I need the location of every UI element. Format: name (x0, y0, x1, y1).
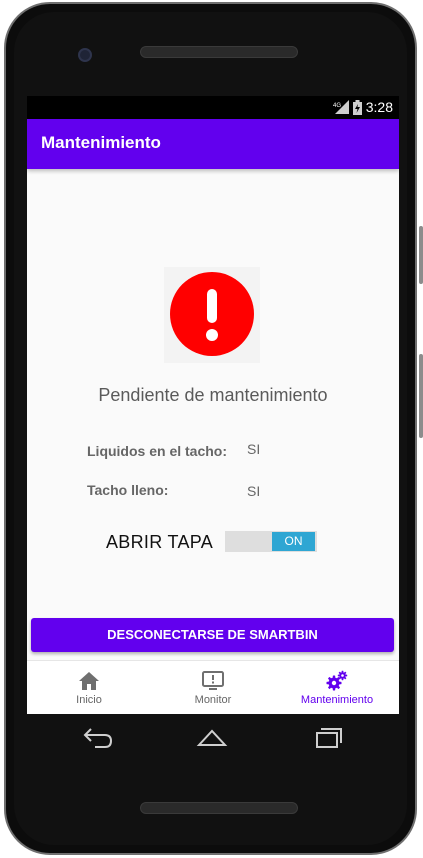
app-screen: 4G 3:28 Mantenimiento Pendiente de mante… (27, 96, 399, 714)
open-lid-label: ABRIR TAPA (106, 532, 214, 552)
exclamation-icon (170, 272, 254, 356)
top-speaker (140, 46, 298, 58)
volume-button (419, 226, 423, 284)
nav-item-monitor[interactable]: Monitor (151, 661, 275, 714)
nav-item-inicio[interactable]: Inicio (27, 661, 151, 714)
status-time: 3:28 (365, 99, 393, 115)
bottom-speaker (140, 802, 298, 814)
bottom-navigation: Inicio Monitor Mantenimiento (27, 660, 399, 714)
front-camera (78, 48, 92, 62)
home-nav-icon[interactable] (195, 723, 229, 751)
app-bar: Mantenimiento (27, 119, 399, 169)
svg-text:4G: 4G (333, 103, 341, 109)
power-button (419, 354, 423, 438)
page-title: Mantenimiento (41, 133, 161, 152)
home-icon (79, 672, 99, 690)
gears-icon (326, 670, 348, 691)
open-lid-toggle[interactable]: ON (225, 531, 317, 552)
battery-icon (352, 99, 362, 115)
nav-label-monitor: Monitor (194, 694, 232, 706)
full-label: Tacho lleno: (87, 482, 169, 498)
toggle-on-thumb: ON (272, 532, 315, 551)
status-bar: 4G 3:28 (27, 96, 399, 119)
liquids-label: Liquidos en el tacho: (87, 443, 228, 459)
system-navigation-bar (27, 714, 399, 760)
recents-icon[interactable] (309, 723, 343, 751)
signal-icon: 4G (333, 100, 349, 114)
monitor-icon (202, 671, 224, 690)
nav-label-mantenimiento: Mantenimiento (300, 694, 374, 706)
nav-item-mantenimiento[interactable]: Mantenimiento (275, 661, 399, 714)
disconnect-button[interactable]: DESCONECTARSE DE SMARTBIN (31, 618, 394, 652)
back-icon[interactable] (81, 723, 115, 751)
alert-image (164, 267, 260, 363)
full-value: SI (247, 483, 261, 499)
liquids-value: SI (247, 441, 261, 457)
nav-label-inicio: Inicio (76, 694, 102, 706)
maintenance-status: Pendiente de mantenimiento (98, 385, 328, 405)
